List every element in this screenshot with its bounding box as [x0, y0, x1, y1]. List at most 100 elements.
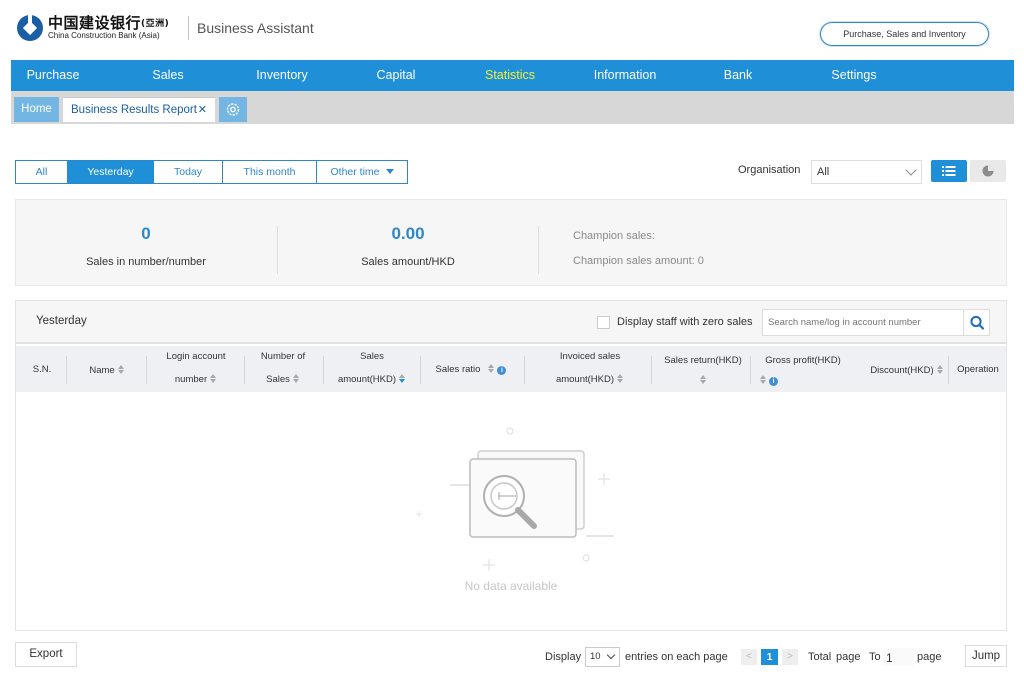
- tab-strip: Home Business Results Report ✕: [11, 91, 1014, 124]
- tab-business-results-report[interactable]: Business Results Report ✕: [63, 97, 215, 122]
- sort-icon: [117, 365, 125, 374]
- brand-name-cn: 中国建设银行(亞洲): [48, 14, 170, 32]
- champion-sales: Champion sales:: [573, 230, 655, 242]
- next-page-button[interactable]: >: [782, 649, 798, 665]
- col-name[interactable]: Name: [76, 365, 138, 376]
- current-page-button[interactable]: 1: [761, 649, 778, 665]
- nav-purchase[interactable]: Purchase: [19, 60, 87, 91]
- module-switch-button[interactable]: Purchase, Sales and Inventory: [820, 22, 989, 46]
- tab-settings-button[interactable]: [219, 97, 247, 122]
- main-nav: Purchase Sales Inventory Capital Statist…: [11, 60, 1014, 91]
- zero-sales-label: Display staff with zero sales: [617, 316, 753, 328]
- sort-icon: [617, 374, 624, 383]
- col-login-label-1: Login account: [166, 351, 226, 362]
- sort-icon: [210, 374, 217, 383]
- summary-divider: [538, 226, 539, 274]
- search-input[interactable]: [763, 310, 959, 335]
- brand-name-en: China Construction Bank (Asia): [48, 31, 160, 40]
- col-sn: S.N.: [32, 364, 52, 375]
- col-number-of-sales[interactable]: Number of Sales: [252, 351, 314, 385]
- col-operation: Operation: [957, 364, 999, 375]
- export-button[interactable]: Export: [15, 642, 77, 667]
- nav-statistics[interactable]: Statistics: [473, 60, 547, 91]
- col-amount-label-2: amount(HKD): [337, 374, 397, 385]
- champion-sales-amount: Champion sales amount: 0: [573, 255, 704, 267]
- col-login-label-2: number: [174, 374, 208, 385]
- nav-capital[interactable]: Capital: [362, 60, 430, 91]
- col-invoiced-sales[interactable]: Invoiced sales amount(HKD): [546, 351, 634, 385]
- sales-amount-value: 0.00: [391, 224, 425, 243]
- col-login-account[interactable]: Login account number: [156, 351, 236, 385]
- sales-count-label: Sales in number/number: [86, 256, 206, 268]
- total-label: Total: [808, 651, 832, 663]
- col-separator: [66, 356, 67, 384]
- nav-bank[interactable]: Bank: [708, 60, 768, 91]
- organisation-select[interactable]: All: [811, 160, 922, 184]
- col-separator: [146, 356, 147, 384]
- table-title: Yesterday: [36, 315, 87, 327]
- tab-home[interactable]: Home: [14, 97, 59, 122]
- no-data-illustration: [416, 427, 614, 571]
- col-discount[interactable]: Discount(HKD): [866, 365, 948, 376]
- col-separator: [323, 356, 324, 384]
- zero-sales-checkbox[interactable]: [597, 316, 610, 329]
- search-icon: [970, 315, 985, 330]
- sales-table-panel: Yesterday Display staff with zero sales …: [15, 300, 1007, 631]
- period-all-button[interactable]: All: [16, 161, 68, 183]
- chart-view-button[interactable]: [970, 160, 1006, 182]
- col-separator: [524, 356, 525, 384]
- nav-inventory[interactable]: Inventory: [247, 60, 317, 91]
- summary-divider: [277, 226, 278, 274]
- prev-page-button[interactable]: <: [741, 649, 757, 665]
- page-size-select[interactable]: 10: [585, 647, 620, 667]
- jump-button[interactable]: Jump: [965, 645, 1007, 667]
- header-divider: [188, 16, 189, 40]
- col-sales-amount[interactable]: Sales amount(HKD): [332, 351, 412, 385]
- period-filter: All Yesterday Today This month Other tim…: [15, 160, 408, 184]
- page-size-value: 10: [590, 651, 601, 662]
- close-icon[interactable]: ✕: [198, 98, 207, 123]
- col-separator: [244, 356, 245, 384]
- period-this-month-button[interactable]: This month: [223, 161, 317, 183]
- nav-sales[interactable]: Sales: [135, 60, 201, 91]
- organisation-label: Organisation: [738, 164, 801, 176]
- nav-settings[interactable]: Settings: [817, 60, 891, 91]
- total-page-label: page: [836, 651, 861, 663]
- col-sales-ratio[interactable]: Sales ratio i: [428, 364, 514, 375]
- sales-count-value: 0: [141, 224, 151, 243]
- col-sales-return[interactable]: Sales return(HKD): [658, 355, 748, 386]
- sort-icon: [760, 375, 767, 384]
- info-icon[interactable]: i: [497, 366, 507, 375]
- period-other-time-dropdown[interactable]: Other time: [317, 161, 407, 183]
- search-button[interactable]: [963, 310, 989, 335]
- chevron-down-icon: [905, 164, 917, 176]
- goto-page-input[interactable]: 1: [882, 647, 915, 667]
- organisation-value: All: [817, 166, 830, 178]
- list-icon: [942, 166, 956, 176]
- table-toolbar: Yesterday Display staff with zero sales: [16, 301, 1006, 344]
- app-title: Business Assistant: [197, 20, 314, 36]
- sort-desc-icon: [399, 374, 406, 383]
- empty-state-text: No data available: [464, 579, 558, 593]
- col-return-label: Sales return(HKD): [664, 355, 742, 366]
- nav-information[interactable]: Information: [585, 60, 665, 91]
- goto-label: To: [869, 651, 881, 663]
- col-num-label-2: Sales: [266, 374, 290, 385]
- period-today-button[interactable]: Today: [154, 161, 223, 183]
- col-separator: [420, 356, 421, 384]
- page-suffix-label: page: [917, 651, 942, 663]
- sort-icon: [292, 374, 300, 383]
- list-view-button[interactable]: [931, 160, 967, 182]
- entries-label: entries on each page: [625, 651, 728, 663]
- caret-down-icon: [385, 169, 394, 174]
- col-name-label: Name: [89, 365, 115, 376]
- col-gross-profit[interactable]: Gross profit(HKD) i: [760, 355, 846, 386]
- info-icon[interactable]: i: [769, 377, 778, 386]
- sort-icon: [488, 364, 495, 373]
- col-amount-label-1: Sales: [360, 351, 384, 362]
- period-yesterday-button[interactable]: Yesterday: [68, 161, 154, 183]
- gear-icon: [226, 103, 240, 116]
- col-num-label-1: Number of: [260, 351, 306, 362]
- chevron-down-icon: [606, 650, 616, 660]
- sales-amount-label: Sales amount/HKD: [361, 256, 455, 268]
